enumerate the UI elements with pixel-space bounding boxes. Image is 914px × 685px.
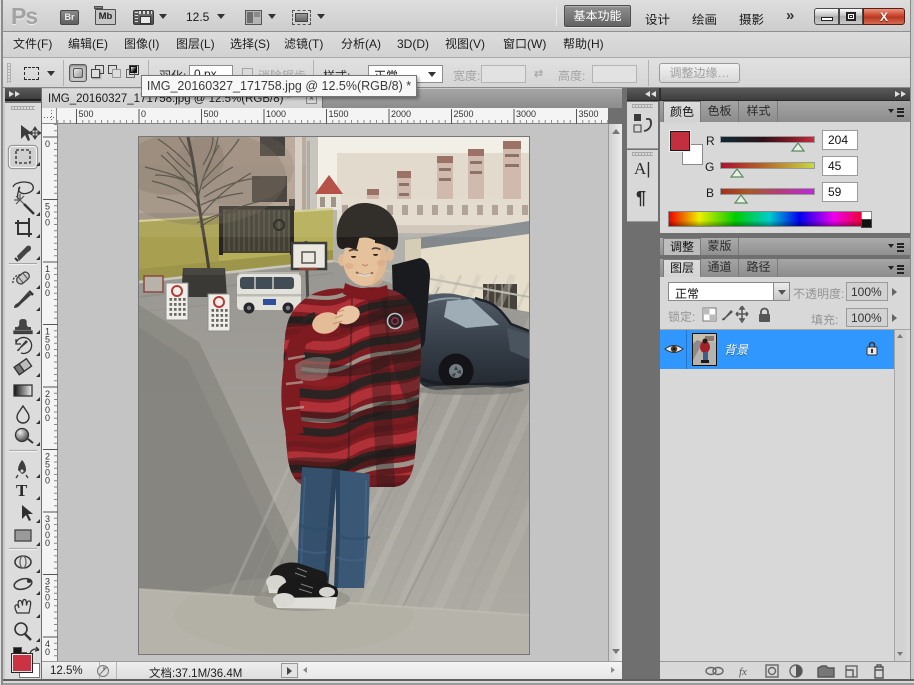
svg-text:3000: 3000: [516, 109, 536, 119]
svg-text:0: 0: [45, 288, 50, 298]
svg-text:T: T: [16, 481, 28, 500]
svg-text:2000: 2000: [391, 109, 411, 119]
svg-text:0: 0: [45, 647, 50, 657]
svg-text:3500: 3500: [579, 109, 599, 119]
svg-text:2500: 2500: [454, 109, 474, 119]
svg-text:0: 0: [45, 601, 50, 611]
svg-text:0: 0: [45, 413, 50, 423]
svg-text:fx: fx: [739, 666, 747, 678]
svg-text:0: 0: [45, 218, 50, 228]
svg-text:1000: 1000: [266, 109, 286, 119]
svg-text:1500: 1500: [329, 109, 349, 119]
svg-text:500: 500: [204, 109, 219, 119]
svg-text:500: 500: [79, 109, 94, 119]
svg-text:0: 0: [45, 476, 50, 486]
svg-text:0: 0: [45, 538, 50, 548]
svg-text:0: 0: [45, 351, 50, 361]
svg-text:0: 0: [45, 139, 50, 149]
svg-text:0: 0: [141, 109, 146, 119]
